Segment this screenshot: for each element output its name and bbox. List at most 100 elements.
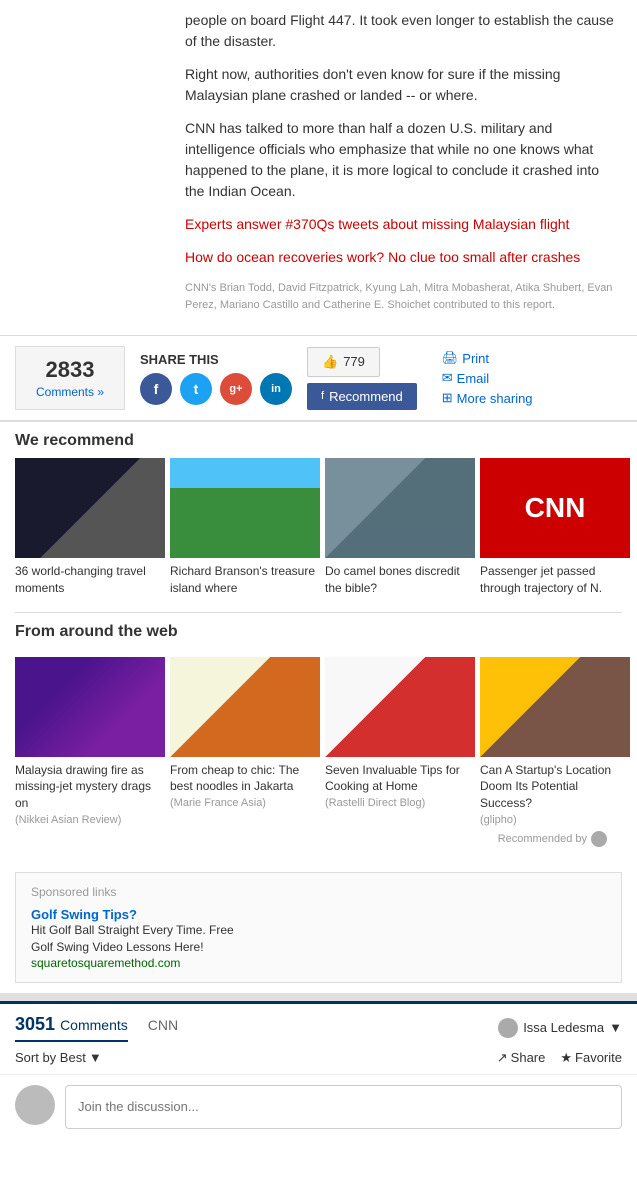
comments-label: Comments [60,1017,128,1033]
social-icons: f t g+ in [140,373,292,405]
comments-count-main: 3051 Comments [15,1014,128,1042]
recommend-label: Recommend [329,389,403,404]
web-card-source-1: (Marie France Asia) [170,797,320,809]
web-card-label-3: Can A Startup's Location Doom Its Potent… [480,762,630,812]
paragraph-1: people on board Flight 447. It took even… [185,10,622,52]
recommend-card-3[interactable]: CNN Passenger jet passed through traject… [480,458,630,597]
comments-toolbar: Sort by Best ▼ ↗ Share ★ Favorite [0,1042,637,1075]
card-label-0: 36 world-changing travel moments [15,563,165,597]
web-card-1[interactable]: From cheap to chic: The best noodles in … [170,657,320,826]
print-email-section: 🖨 Print ✉ Email ⊞ More sharing [442,350,533,406]
facebook-share-button[interactable]: f [140,373,172,405]
we-recommend-section: We recommend 36 world-changing travel mo… [0,421,637,612]
ocean-recoveries-link[interactable]: How do ocean recoveries work? No clue to… [185,249,580,265]
web-card-image-0 [15,657,165,757]
paragraph-link-2[interactable]: How do ocean recoveries work? No clue to… [185,247,622,268]
favorite-link[interactable]: ★ Favorite [560,1050,622,1066]
sort-button[interactable]: Sort by Best ▼ [15,1050,102,1065]
share-section: 2833 Comments » SHARE THIS f t g+ in 👍 7… [0,335,637,421]
web-card-image-3 [480,657,630,757]
web-card-image-2 [325,657,475,757]
linkedin-share-button[interactable]: in [260,373,292,405]
web-card-source-2: (Rastelli Direct Blog) [325,797,475,809]
comments-count: 2833 [31,357,109,383]
like-recommend-area: 👍 779 f Recommend [307,347,417,410]
like-count: 779 [343,354,365,369]
experts-link[interactable]: Experts answer #370Qs tweets about missi… [185,216,569,232]
comments-number: 3051 [15,1014,55,1034]
user-info: Issa Ledesma ▼ [498,1018,622,1038]
sponsored-section: Sponsored links Golf Swing Tips? Hit Gol… [15,872,622,983]
cnn-tab[interactable]: CNN [148,1017,178,1038]
comment-input-area [0,1075,637,1139]
googleplus-share-button[interactable]: g+ [220,373,252,405]
recommend-button[interactable]: f Recommend [307,383,417,410]
user-avatar-small [498,1018,518,1038]
web-card-source-0: (Nikkei Asian Review) [15,814,165,826]
current-user-avatar [15,1085,55,1125]
recommended-by: Recommended by [15,826,622,852]
toolbar-right: ↗ Share ★ Favorite [497,1050,622,1066]
twitter-share-button[interactable]: t [180,373,212,405]
recommend-card-0[interactable]: 36 world-changing travel moments [15,458,165,597]
web-card-source-3: (glipho) [480,814,630,826]
web-card-label-1: From cheap to chic: The best noodles in … [170,762,320,796]
user-name: Issa Ledesma [523,1020,604,1035]
fb-recommend-icon: f [321,390,324,402]
web-card-image-1 [170,657,320,757]
card-label-3: Passenger jet passed through trajectory … [480,563,630,597]
share-this-label: SHARE THIS [140,352,292,367]
sponsored-ad-title[interactable]: Golf Swing Tips? [31,907,606,922]
sponsored-desc-2: Golf Swing Video Lessons Here! [31,939,606,956]
user-dropdown-icon[interactable]: ▼ [609,1020,622,1035]
comments-header: 3051 Comments CNN Issa Ledesma ▼ [0,1001,637,1042]
sponsored-title: Sponsored links [31,885,606,899]
print-icon: 🖨 [442,350,459,366]
sponsored-desc-1: Hit Golf Ball Straight Every Time. Free [31,922,606,939]
recommend-card-2[interactable]: Do camel bones discredit the bible? [325,458,475,597]
card-image-2 [325,458,475,558]
like-button[interactable]: 👍 779 [307,347,380,377]
comments-box: 2833 Comments » [15,346,125,410]
section-divider [0,993,637,1001]
paragraph-3: CNN has talked to more than half a dozen… [185,118,622,202]
from-web-section: From around the web Malaysia drawing fir… [0,612,637,862]
card-image-3: CNN [480,458,630,558]
thumbs-up-icon: 👍 [322,354,338,370]
paragraph-link-1[interactable]: Experts answer #370Qs tweets about missi… [185,214,622,235]
web-card-2[interactable]: Seven Invaluable Tips for Cooking at Hom… [325,657,475,826]
article-text-section: people on board Flight 447. It took even… [0,0,637,335]
authors-text: CNN's Brian Todd, David Fitzpatrick, Kyu… [185,280,622,313]
web-card-3[interactable]: Can A Startup's Location Doom Its Potent… [480,657,630,826]
comment-input[interactable] [65,1085,622,1129]
paragraph-2: Right now, authorities don't even know f… [185,64,622,106]
recommend-card-1[interactable]: Richard Branson's treasure island where [170,458,320,597]
we-recommend-grid: 36 world-changing travel moments Richard… [0,458,637,612]
from-web-title: From around the web [15,612,622,649]
we-recommend-title: We recommend [0,421,637,458]
email-link[interactable]: ✉ Email [442,370,533,386]
web-card-label-0: Malaysia drawing fire as missing-jet mys… [15,762,165,812]
sponsored-url: squaretosquaremethod.com [31,956,606,970]
sort-label: Sort by Best [15,1050,86,1065]
share-controls: SHARE THIS f t g+ in [140,352,292,405]
web-card-0[interactable]: Malaysia drawing fire as missing-jet mys… [15,657,165,826]
sort-dropdown-icon: ▼ [89,1050,102,1065]
card-image-1 [170,458,320,558]
favorite-icon: ★ [560,1050,572,1066]
share-icon: ↗ [497,1050,508,1066]
recommended-by-label: Recommended by [498,833,587,845]
recommended-by-icon [591,831,607,847]
card-label-2: Do camel bones discredit the bible? [325,563,475,597]
like-row: 👍 779 [307,347,417,377]
share-comments-link[interactable]: ↗ Share [497,1050,546,1066]
more-sharing-link[interactable]: ⊞ More sharing [442,390,533,406]
comments-link[interactable]: Comments » [36,385,104,399]
email-icon: ✉ [442,370,453,386]
print-link[interactable]: 🖨 Print [442,350,533,366]
card-image-0 [15,458,165,558]
more-sharing-icon: ⊞ [442,390,453,406]
card-label-1: Richard Branson's treasure island where [170,563,320,597]
web-card-label-2: Seven Invaluable Tips for Cooking at Hom… [325,762,475,796]
from-web-grid: Malaysia drawing fire as missing-jet mys… [15,657,622,826]
